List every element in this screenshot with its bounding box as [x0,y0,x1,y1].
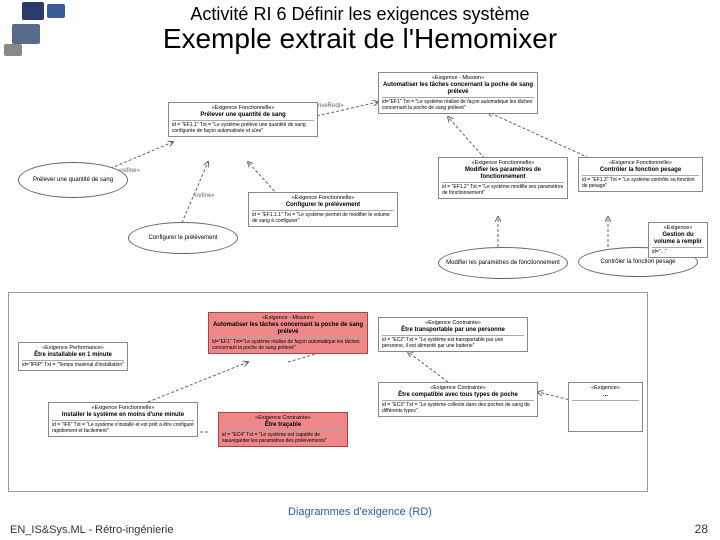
req-mission-2: «Exigence - Mission» Automatiser les tâc… [208,312,368,354]
slide-subtitle: Activité RI 6 Définir les exigences syst… [0,0,720,25]
svg-text:«refine»: «refine» [193,193,215,199]
req-side1: «Exigence» Gestion du volume à remplir i… [648,222,708,258]
req-installer: «Exigence Fonctionnelle» Installer le sy… [48,402,198,437]
requirement-diagram: «deriveReqt» «refine» «refine» «deriveRe… [8,72,712,510]
uc-prelever: Prélever une quantité de sang [18,162,128,198]
slide-title: Exemple extrait de l'Hemomixer [0,23,720,55]
req-configurer: «Exigence Fonctionnelle» Configurer le p… [248,192,398,227]
page-number: 28 [695,522,708,536]
req-compatible: «Exigence Contrainte» Être compatible av… [378,382,538,417]
header-devices-icon [2,2,82,62]
req-prelever: «Exigence Fonctionnelle» Prélever une qu… [168,102,318,137]
req-performance-side: «Exigence Performance» Être installable … [18,342,128,371]
footer-text: EN_IS&Sys.ML - Rétro-ingénierie [10,524,173,536]
diagram-caption: Diagrammes d'exigence (RD) [0,506,720,518]
uc-configurer: Configurer le prélèvement [128,222,238,254]
req-modifier: «Exigence Fonctionnelle» Modifier les pa… [438,157,568,199]
req-tracable: «Exigence Contrainte» Être traçable id =… [218,412,348,447]
req-transportable: «Exigence Contrainte» Être transportable… [378,317,528,352]
req-mission: «Exigence - Mission» Automatiser les tâc… [378,72,538,114]
uc-modifier: Modifier les paramètres de fonctionnemen… [438,247,568,279]
req-extra-right: «Exigence» ... [568,382,643,432]
req-controler: «Exigence Fonctionnelle» Contrôler la fo… [578,157,703,192]
